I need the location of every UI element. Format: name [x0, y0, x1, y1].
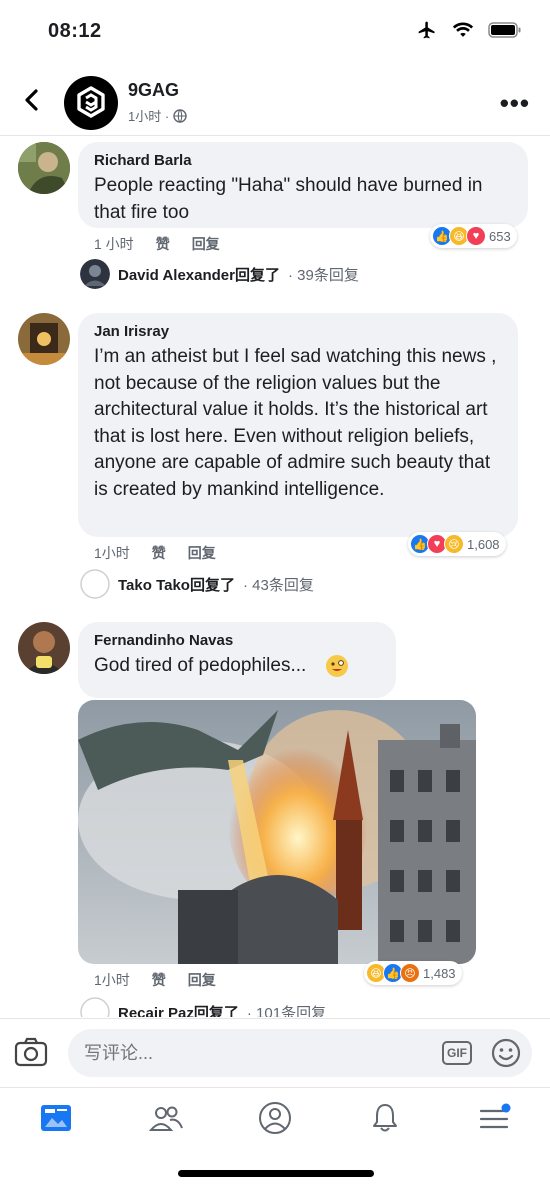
globe-icon: [173, 108, 187, 123]
status-bar: 08:12: [0, 0, 550, 60]
reply-author: Recair Paz回复了: [118, 1004, 239, 1018]
bottom-tab-bar: [0, 1087, 550, 1147]
status-icons: [416, 20, 522, 40]
camera-icon[interactable]: [14, 1037, 48, 1067]
reply-count: · 101条回复: [246, 1004, 327, 1018]
view-replies[interactable]: Recair Paz回复了 · 101条回复: [80, 997, 326, 1017]
status-time: 08:12: [48, 20, 102, 42]
comment-bubble[interactable]: Jan Irisray I’m an atheist but I feel sa…: [78, 313, 518, 537]
reply-button[interactable]: 回复: [188, 543, 216, 563]
tab-notifications[interactable]: [365, 1098, 405, 1138]
comment-bubble[interactable]: Richard Barla People reacting "Haha" sho…: [78, 142, 528, 228]
airplane-icon: [418, 21, 435, 39]
page-avatar[interactable]: [64, 76, 118, 130]
news-feed-icon: [41, 1105, 71, 1131]
like-button[interactable]: 赞: [152, 970, 166, 990]
more-options-icon[interactable]: •••: [500, 88, 530, 119]
comment-text: I’m an atheist but I feel sad watching t…: [94, 346, 497, 500]
page-name[interactable]: 9GAG: [128, 80, 179, 101]
reply-button[interactable]: 回复: [188, 970, 216, 990]
post-time: 1小时 ·: [128, 109, 170, 124]
notre-dame-fire-image: [78, 700, 476, 964]
tab-news-feed[interactable]: [36, 1098, 76, 1138]
battery-icon: [488, 22, 521, 38]
comment-actions: 1小时 赞 回复: [94, 970, 216, 990]
friends-icon: [148, 1106, 183, 1131]
comment-author[interactable]: Fernandinho Navas: [94, 632, 380, 649]
profile-icon: [259, 1102, 291, 1134]
love-reaction-icon: ♥: [466, 226, 486, 246]
avatar-photo: [18, 622, 70, 674]
post-meta: 1小时 ·: [128, 106, 187, 125]
angry-reaction-icon: 😠: [400, 963, 420, 983]
comment-actions: 1小时 赞 回复: [94, 543, 216, 563]
reply-avatar: [80, 569, 110, 599]
comment-text-content: God tired of pedophiles...: [94, 655, 307, 676]
reaction-summary[interactable]: 👍 ♥ 😢 1,608: [408, 532, 506, 556]
bell-icon: [373, 1104, 397, 1132]
comment-bubble[interactable]: Fernandinho Navas God tired of pedophile…: [78, 622, 396, 698]
avatar-photo: [18, 313, 70, 365]
comments-list: Richard Barla People reacting "Haha" sho…: [0, 137, 550, 1017]
view-replies[interactable]: David Alexander回复了 · 39条回复: [80, 259, 359, 289]
comment-avatar[interactable]: [18, 142, 70, 194]
reaction-summary[interactable]: 😆 👍 😠 1,483: [364, 961, 462, 985]
reaction-summary[interactable]: 👍 😆 ♥ 653: [430, 224, 517, 248]
comment-text: God tired of pedophiles...: [94, 653, 380, 680]
comment-time: 1小时: [94, 545, 130, 561]
comment-actions: 1 小时 赞 回复: [94, 234, 220, 254]
emoji-icon[interactable]: [490, 1037, 522, 1069]
gif-button[interactable]: GIF: [442, 1041, 472, 1065]
comment-avatar[interactable]: [18, 622, 70, 674]
tab-menu[interactable]: [474, 1098, 514, 1138]
tab-friends[interactable]: [146, 1098, 186, 1138]
sad-reaction-icon: 😢: [444, 534, 464, 554]
reply-avatar: [80, 259, 110, 289]
reply-avatar: [80, 997, 110, 1017]
comment-text: People reacting "Haha" should have burne…: [94, 175, 483, 223]
view-replies[interactable]: Tako Tako回复了 · 43条回复: [80, 569, 314, 599]
reaction-count: 1,608: [467, 536, 500, 552]
avatar-photo: [18, 142, 70, 194]
reply-count: · 39条回复: [288, 266, 359, 284]
reaction-count: 1,483: [423, 965, 456, 981]
comment-author[interactable]: Jan Irisray: [94, 323, 502, 340]
reply-button[interactable]: 回复: [192, 234, 220, 254]
reply-author: David Alexander回复了: [118, 266, 280, 284]
home-indicator: [178, 1170, 374, 1177]
comment-time: 1 小时: [94, 236, 134, 252]
like-button[interactable]: 赞: [152, 543, 166, 563]
drooling-emoji-icon: [325, 654, 348, 677]
reaction-count: 653: [489, 228, 511, 244]
comment-author[interactable]: Richard Barla: [94, 152, 512, 169]
wifi-icon: [452, 22, 474, 37]
like-button[interactable]: 赞: [156, 234, 170, 254]
menu-icon: [479, 1103, 511, 1129]
reply-author: Tako Tako回复了: [118, 576, 235, 594]
tab-profile[interactable]: [255, 1098, 295, 1138]
comment-composer: GIF: [0, 1018, 550, 1086]
post-header: 9GAG 1小时 · •••: [0, 64, 550, 136]
back-icon[interactable]: [18, 86, 46, 114]
comment-avatar[interactable]: [18, 313, 70, 365]
reply-count: · 43条回复: [242, 576, 314, 594]
comment-time: 1小时: [94, 972, 130, 988]
comment-photo[interactable]: [78, 700, 476, 964]
9gag-logo-icon: [77, 86, 105, 118]
